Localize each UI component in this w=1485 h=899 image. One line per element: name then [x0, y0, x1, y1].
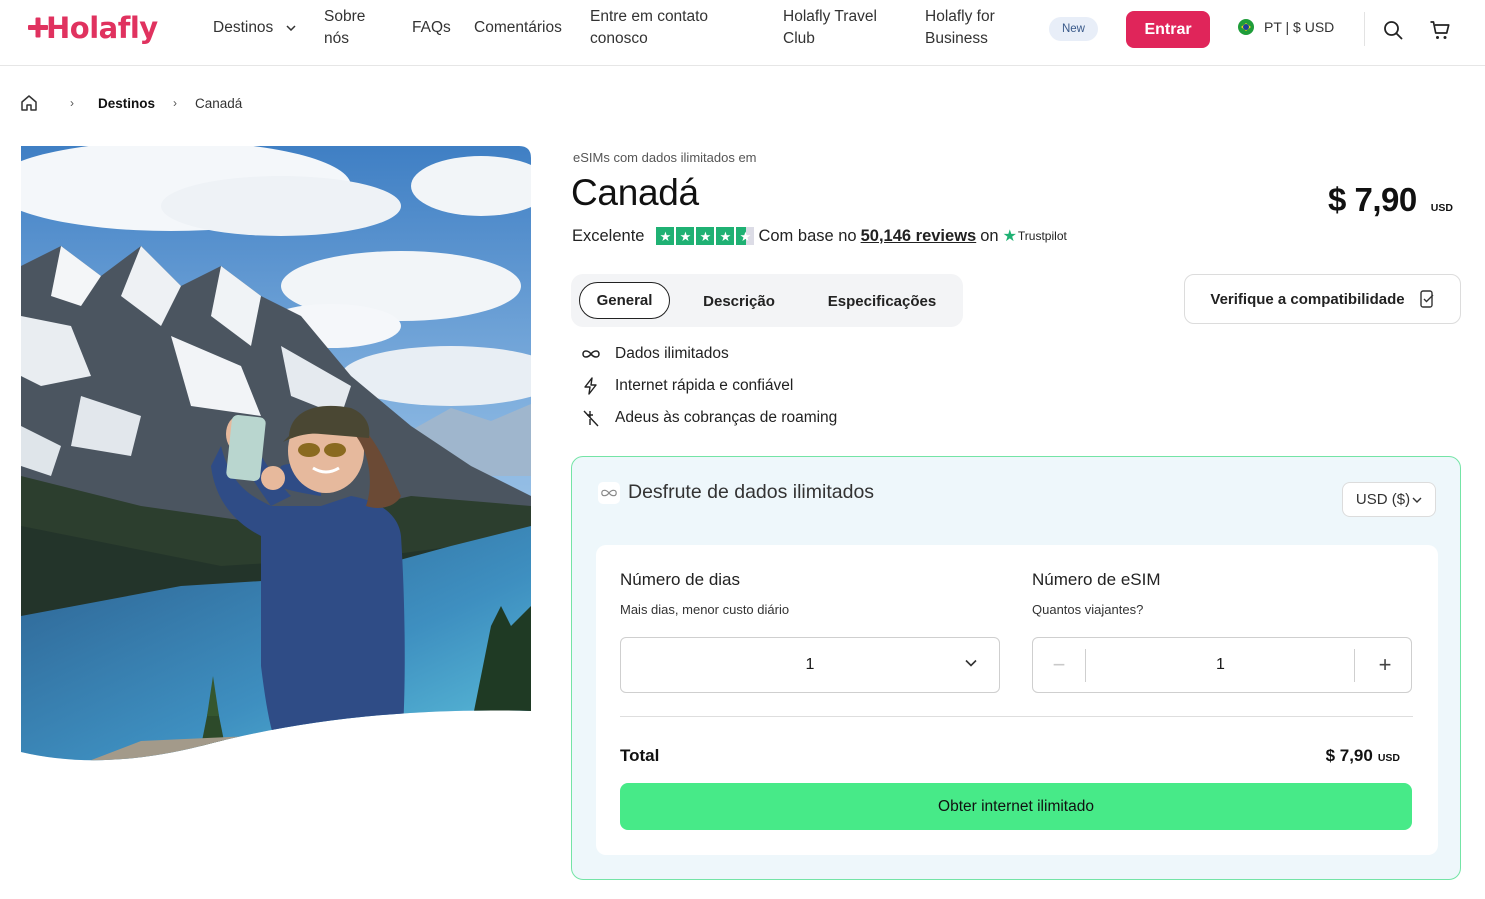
purchase-form: Número de dias Mais dias, menor custo di…: [596, 545, 1438, 855]
days-select-value: 1: [805, 656, 815, 673]
get-unlimited-internet-button[interactable]: Obter internet ilimitado: [620, 783, 1412, 830]
header-divider: [1364, 12, 1365, 46]
total-currency: USD: [1377, 752, 1400, 764]
brazil-flag-icon: [1238, 19, 1254, 35]
breadcrumb-destinos[interactable]: Destinos: [98, 96, 155, 111]
feature-text: Dados ilimitados: [615, 345, 729, 362]
price-currency: USD: [1430, 202, 1453, 214]
rating-row: Excelente ★ ★ ★ ★ ★ Com base no 50,146 r…: [572, 226, 1067, 246]
cart-icon[interactable]: [1429, 19, 1451, 41]
home-icon[interactable]: [20, 94, 38, 112]
chevron-down-icon: [1412, 497, 1422, 503]
product-tabs: General Descrição Especificações: [571, 274, 963, 327]
page-title: Canadá: [571, 172, 699, 213]
purchase-heading: Desfrute de dados ilimitados: [598, 481, 874, 504]
nav-contato[interactable]: Entre em contato conosco: [590, 6, 708, 50]
nav-destinos-label: Destinos: [213, 19, 274, 36]
feature-fast-internet: Internet rápida e confiável: [581, 377, 793, 395]
breadcrumb-current: Canadá: [195, 95, 243, 111]
days-select[interactable]: 1: [620, 637, 1000, 693]
breadcrumb: › Destinos › Canadá: [20, 92, 242, 114]
check-compatibility-button[interactable]: Verifique a compatibilidade: [1184, 274, 1461, 324]
purchase-heading-text: Desfrute de dados ilimitados: [628, 481, 875, 503]
reviews-link[interactable]: 50,146 reviews: [861, 227, 977, 246]
tab-descricao[interactable]: Descrição: [689, 283, 789, 320]
rating-label: Excelente: [572, 226, 645, 245]
breadcrumb-chevron-icon: ›: [70, 96, 74, 110]
increment-button[interactable]: +: [1359, 638, 1411, 692]
star-icon: ★: [656, 227, 675, 245]
product-eyebrow: eSIMs com dados ilimitados em: [573, 150, 757, 165]
days-help: Mais dias, menor custo diário: [620, 602, 790, 617]
feature-no-roaming: Adeus às cobranças de roaming: [581, 409, 837, 427]
nav-comentarios[interactable]: Comentários: [474, 17, 562, 39]
search-icon[interactable]: [1382, 19, 1404, 41]
currency-select-value: USD ($): [1355, 491, 1411, 508]
product-price: $ 7,90 USD: [1328, 181, 1453, 219]
esim-quantity-stepper: − 1 +: [1032, 637, 1412, 693]
star-icon: ★: [676, 227, 695, 245]
hero-image: [21, 146, 531, 761]
nav-sobre-nos[interactable]: Sobre nós: [324, 6, 365, 50]
phone-check-icon: [1419, 290, 1434, 308]
no-roaming-icon: [583, 410, 599, 427]
divider: [620, 716, 1413, 717]
nav-business[interactable]: Holafly for Business: [925, 6, 995, 50]
currency-select[interactable]: USD ($): [1342, 482, 1436, 517]
price-value: $ 7,90: [1328, 181, 1417, 218]
esim-label: Número de eSIM: [1032, 570, 1161, 589]
language-currency-selector[interactable]: PT | $ USD: [1238, 19, 1334, 35]
decrement-button[interactable]: −: [1033, 638, 1085, 692]
purchase-card: Desfrute de dados ilimitados USD ($) Núm…: [571, 456, 1461, 880]
lightning-icon: [584, 377, 597, 395]
star-icon: ★: [696, 227, 715, 245]
holafly-logo[interactable]: Holafly: [26, 11, 158, 45]
nav-destinos[interactable]: Destinos: [213, 17, 296, 39]
breadcrumb-chevron-icon: ›: [173, 96, 178, 110]
compatibility-label: Verifique a compatibilidade: [1210, 290, 1405, 308]
feature-unlimited-data: Dados ilimitados: [581, 345, 729, 363]
tab-especificacoes[interactable]: Especificações: [813, 283, 951, 320]
trustpilot-stars: ★ ★ ★ ★ ★: [656, 227, 755, 245]
chevron-down-icon: [965, 659, 977, 667]
total-value: $ 7,90: [1325, 746, 1373, 765]
logo-text: Holafly: [46, 11, 158, 45]
total-label: Total: [620, 746, 660, 765]
based-on-text: Com base no: [758, 226, 857, 245]
half-star-icon: ★: [736, 227, 755, 245]
infinity-icon: [582, 350, 600, 358]
new-badge: New: [1049, 17, 1098, 41]
infinity-icon: [598, 481, 620, 504]
language-currency-label: PT | $ USD: [1264, 19, 1335, 35]
days-label: Número de dias: [620, 570, 741, 589]
chevron-down-icon: [286, 25, 296, 31]
tab-general[interactable]: General: [579, 282, 670, 319]
nav-faqs[interactable]: FAQs: [412, 17, 451, 39]
feature-text: Internet rápida e confiável: [615, 377, 794, 394]
trustpilot-logo[interactable]: ★ Trustpilot: [1003, 226, 1067, 246]
feature-text: Adeus às cobranças de roaming: [615, 409, 838, 426]
esim-help: Quantos viajantes?: [1032, 602, 1144, 617]
total-price: $ 7,90 USD: [1326, 746, 1400, 766]
trustpilot-star-icon: ★: [1002, 228, 1017, 245]
on-text: on: [980, 226, 999, 245]
esim-quantity-value[interactable]: 1: [1086, 638, 1355, 692]
star-icon: ★: [716, 227, 735, 245]
stepper-divider: [1354, 649, 1355, 682]
login-button[interactable]: Entrar: [1126, 11, 1210, 48]
site-header: Holafly Destinos Sobre nós FAQs Comentár…: [0, 0, 1485, 66]
trustpilot-text: Trustpilot: [1017, 229, 1067, 243]
nav-travel-club[interactable]: Holafly Travel Club: [783, 6, 877, 50]
